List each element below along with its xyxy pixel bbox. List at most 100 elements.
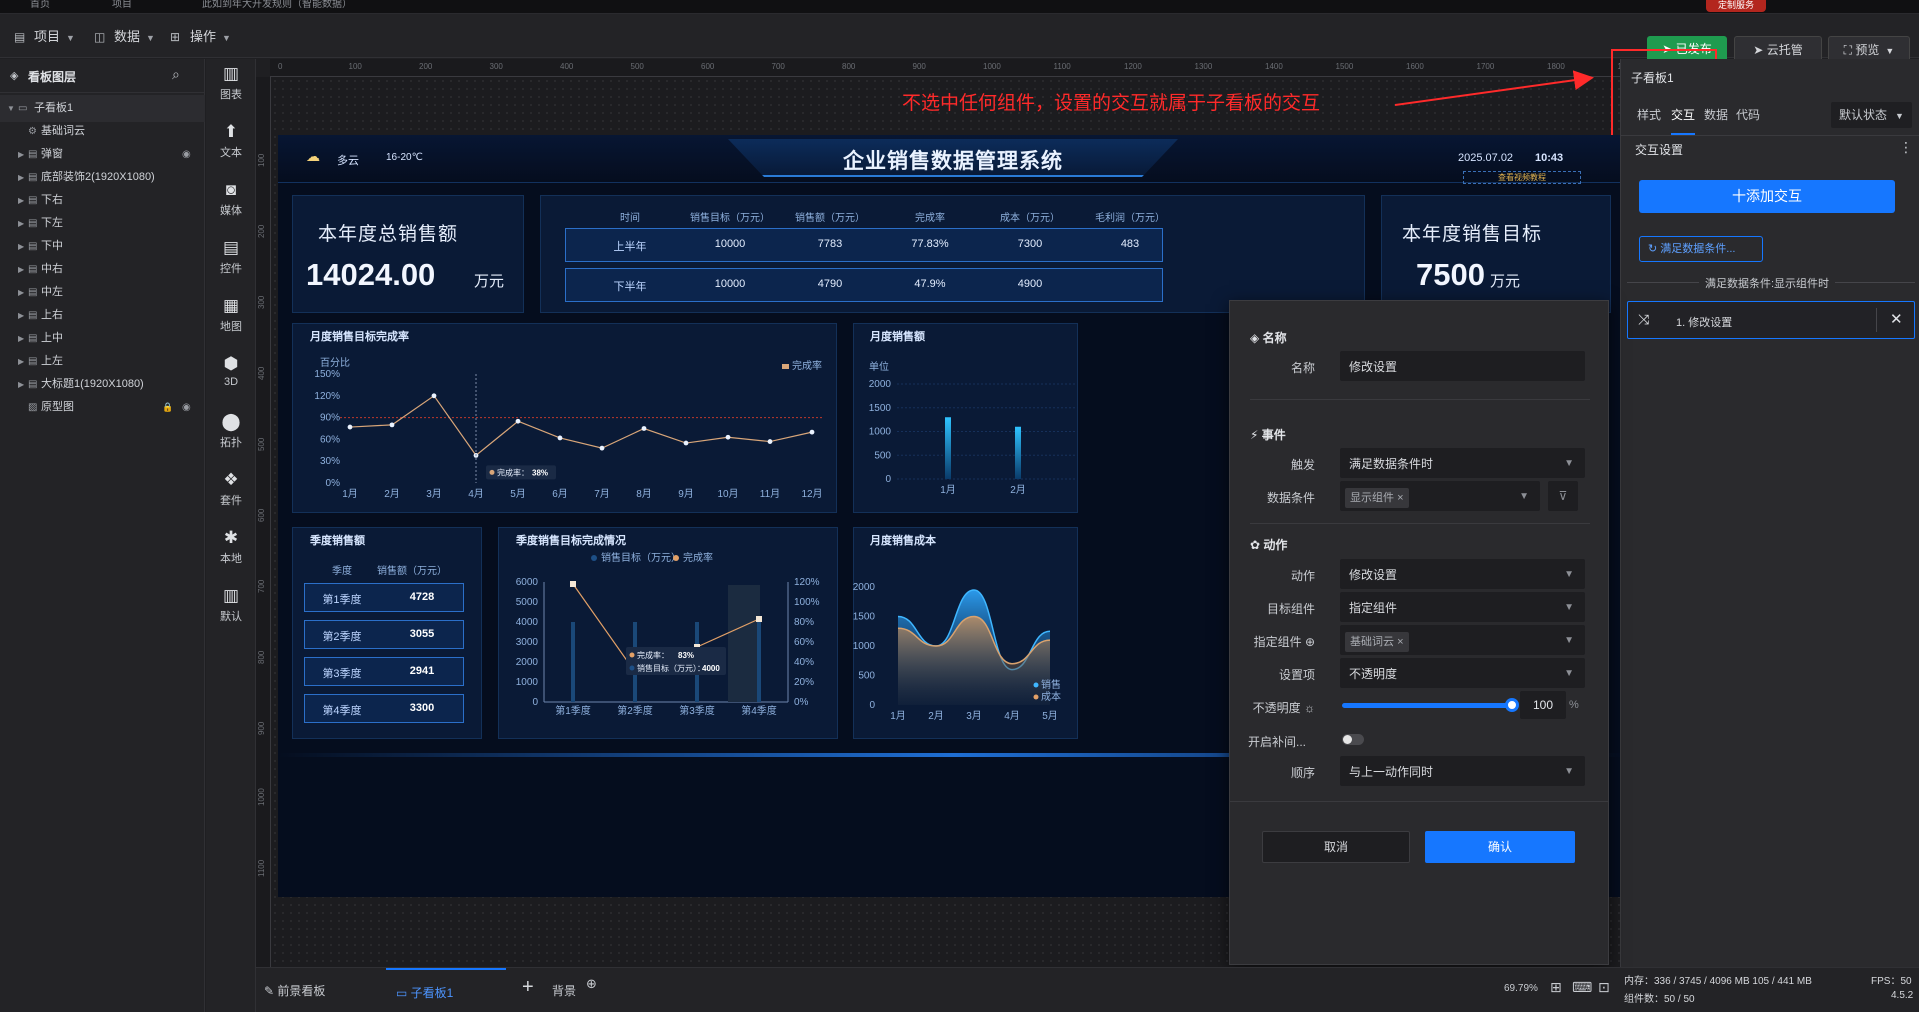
- data-point[interactable]: [809, 429, 815, 435]
- tab-background[interactable]: 背景: [552, 982, 576, 999]
- tool-map[interactable]: ▦ 地图: [206, 294, 256, 354]
- add-circle-icon[interactable]: ⊕: [586, 976, 597, 992]
- default-icon: ▥: [222, 586, 240, 605]
- sales-table: 时间 销售目标（万元） 销售额（万元） 完成率 成本（万元） 毛利润（万元） 上半年 1000…: [540, 195, 1365, 313]
- opacity-slider-handle[interactable]: [1505, 698, 1519, 712]
- action-label: 动作: [1290, 569, 1315, 583]
- x-tick-label: 第3季度: [679, 704, 715, 717]
- data-point[interactable]: [599, 445, 605, 451]
- data-condition-tag-label: 显示组件: [1350, 492, 1394, 504]
- tool-local[interactable]: ✱ 本地: [206, 526, 256, 586]
- tool-control[interactable]: ▤ 控件: [206, 236, 256, 296]
- divider: [1230, 801, 1608, 802]
- close-icon[interactable]: ×: [1397, 636, 1403, 648]
- tool-default[interactable]: ▥ 默认: [206, 584, 256, 644]
- data-point[interactable]: [389, 422, 395, 428]
- more-icon[interactable]: ⋮: [1899, 139, 1913, 156]
- video-tutorial-link[interactable]: 查看视频教程: [1463, 171, 1581, 184]
- name-label: 名称: [1290, 361, 1315, 375]
- tab-home[interactable]: 首页: [18, 0, 62, 14]
- tab-sub-board[interactable]: ▭ 子看板1: [386, 968, 506, 1012]
- bottom-bar: ✎ 前景看板 ▭ 子看板1 + 背景 ⊕ 69.79% ⊞ ⌨ ⊡ 内存：336…: [256, 967, 1919, 1012]
- section-title: 交互设置: [1635, 143, 1684, 157]
- cancel-button[interactable]: 取消: [1262, 831, 1410, 863]
- tool-text[interactable]: ⬆ 文本: [206, 120, 256, 180]
- ruler-tick-label: 0: [278, 62, 283, 71]
- tool-kit[interactable]: ❖ 套件: [206, 468, 256, 528]
- bar[interactable]: [757, 622, 761, 702]
- fit-screen-icon[interactable]: ⊞: [1550, 979, 1562, 996]
- filter-icon[interactable]: ⊽: [1548, 481, 1578, 511]
- tab-current[interactable]: 此如到年大开发规则（智能数据）: [190, 0, 390, 14]
- data-point[interactable]: [683, 440, 689, 446]
- data-point[interactable]: [515, 418, 521, 424]
- x-tick-label: 第4季度: [741, 704, 777, 717]
- bar[interactable]: [1015, 426, 1021, 479]
- data-point[interactable]: [725, 434, 731, 440]
- menu-project[interactable]: ▤ 项目 ▼: [12, 26, 75, 48]
- tool-chart[interactable]: ▥ 图表: [206, 62, 256, 122]
- search-icon[interactable]: ⌕: [172, 66, 180, 83]
- data-point[interactable]: [557, 435, 563, 441]
- custom-service-badge[interactable]: 定制服务: [1706, 0, 1766, 12]
- x-tick-label: 2月: [1010, 484, 1026, 496]
- component-toolbar: ▥ 图表 ⬆ 文本 ◙ 媒体 ▤ 控件 ▦ 地图 ⬢ 3D ⬤ 拓扑 ❖ 套件 ✱ 本地 ▥ 默认: [206, 59, 256, 1012]
- setting-select[interactable]: 不透明度 ▼: [1340, 658, 1585, 688]
- tab-style[interactable]: 样式: [1637, 95, 1661, 135]
- monitor-icon: ▭: [396, 986, 411, 1000]
- interaction-item[interactable]: ⤨ 1. 修改设置 ✕: [1627, 301, 1915, 339]
- target-select[interactable]: 指定组件 ▼: [1340, 592, 1585, 622]
- menu-data[interactable]: ◫ 数据 ▼: [92, 26, 155, 48]
- tab-data[interactable]: 数据: [1704, 95, 1728, 135]
- ruler-tick-label: 1700: [1476, 62, 1495, 71]
- legend-swatch: [1033, 682, 1039, 688]
- tab-front-board[interactable]: ✎ 前景看板: [264, 982, 325, 999]
- close-icon[interactable]: ×: [1397, 492, 1403, 504]
- terminal-icon[interactable]: ⊡: [1598, 979, 1610, 996]
- keyboard-icon[interactable]: ⌨: [1572, 979, 1592, 996]
- y-tick-label: 0: [532, 697, 538, 708]
- lock-icon[interactable]: 🔒: [162, 394, 173, 421]
- data-point[interactable]: [570, 581, 576, 587]
- opacity-slider[interactable]: [1342, 698, 1519, 712]
- zoom-level[interactable]: 69.79%: [1504, 983, 1538, 994]
- state-select[interactable]: 默认状态 ▼: [1831, 102, 1912, 128]
- data-point[interactable]: [431, 393, 437, 399]
- data-point[interactable]: [767, 439, 773, 444]
- y-tick-label: 1000: [853, 641, 875, 652]
- data-point[interactable]: [756, 616, 762, 622]
- order-select[interactable]: 与上一动作同时 ▼: [1340, 756, 1585, 786]
- tool-media[interactable]: ◙ 媒体: [206, 178, 256, 238]
- tool-label: 文本: [220, 147, 242, 159]
- menu-operation[interactable]: ⊞ 操作 ▼: [168, 26, 231, 48]
- bar[interactable]: [571, 622, 575, 702]
- tab-interaction[interactable]: 交互: [1671, 95, 1696, 135]
- condition-button[interactable]: ↻ 满足数据条件...: [1639, 236, 1763, 262]
- tween-toggle[interactable]: [1342, 734, 1364, 745]
- data-condition-select[interactable]: 显示组件 × ▼: [1340, 481, 1540, 511]
- add-interaction-button[interactable]: 十添加交互: [1639, 180, 1895, 213]
- data-point[interactable]: [347, 424, 353, 430]
- add-board-icon[interactable]: +: [522, 976, 534, 999]
- ruler-tick-label: 800: [842, 62, 856, 71]
- data-point[interactable]: [641, 426, 647, 431]
- tab-code[interactable]: 代码: [1736, 95, 1760, 135]
- x-tick-label: 1月: [940, 484, 956, 496]
- confirm-button[interactable]: 确认: [1425, 831, 1575, 863]
- y-tick-label-right: 100%: [794, 597, 820, 608]
- tab-project[interactable]: 项目: [100, 0, 144, 14]
- action-select[interactable]: 修改设置 ▼: [1340, 559, 1585, 589]
- tool-cube[interactable]: ⬢ 3D: [206, 352, 256, 412]
- layer-item[interactable]: ▨ 原型图 ◉ 🔒: [0, 394, 205, 421]
- trigger-select[interactable]: 满足数据条件时 ▼: [1340, 448, 1585, 478]
- eye-icon[interactable]: ◉: [182, 394, 191, 421]
- close-icon[interactable]: ✕: [1890, 310, 1903, 328]
- bar[interactable]: [945, 417, 951, 479]
- tool-topology[interactable]: ⬤ 拓扑: [206, 410, 256, 470]
- tab-sub-board-text: 子看板1: [410, 986, 454, 1000]
- opacity-input[interactable]: 100: [1520, 691, 1566, 719]
- name-input[interactable]: 修改设置: [1340, 351, 1585, 381]
- tooltip-value: 38%: [532, 468, 548, 477]
- target-icon: ⊕: [1304, 635, 1315, 649]
- specified-select[interactable]: 基础词云 × ▼: [1340, 625, 1585, 655]
